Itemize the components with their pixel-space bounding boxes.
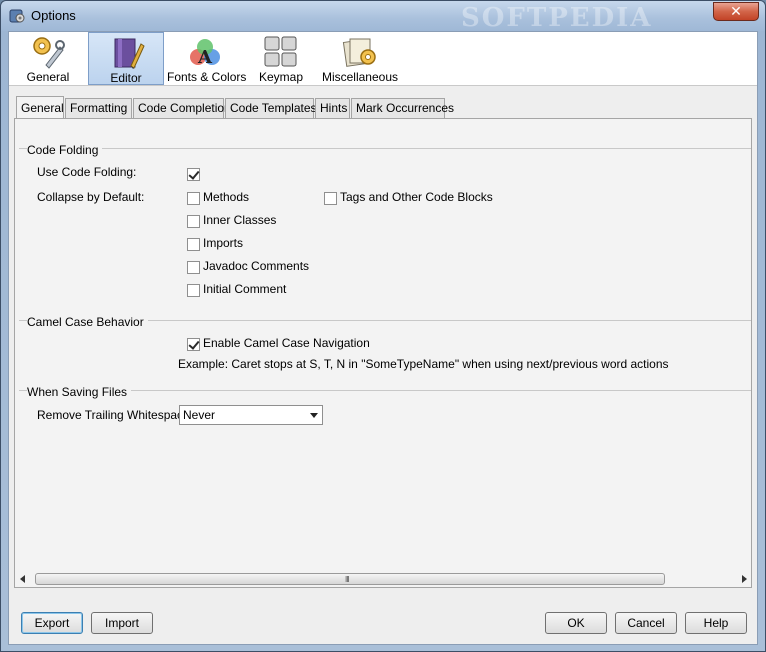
watermark-text: SOFTPEDIA [461,3,653,33]
editor-icon [114,38,145,69]
tags-blocks-label[interactable]: Tags and Other Code Blocks [340,190,493,204]
section-separator [19,148,751,149]
tags-blocks-checkbox[interactable] [324,192,337,205]
import-button[interactable]: Import [91,612,153,634]
saving-title: When Saving Files [27,385,132,399]
keymap-icon [264,36,297,67]
category-label: Miscellaneous [321,70,399,84]
tab-hints[interactable]: Hints [315,98,350,119]
scrollbar-grip-icon: III [345,575,350,584]
imports-checkbox[interactable] [187,238,200,251]
collapse-by-default-label: Collapse by Default: [37,190,145,204]
export-button[interactable]: Export [21,612,83,634]
category-editor[interactable]: Editor [88,32,164,85]
camel-case-title: Camel Case Behavior [27,315,148,329]
tab-code-completion[interactable]: Code Completion [133,98,231,119]
category-label: Keymap [258,70,304,84]
options-client-area: General Editor A Fonts & Colors Keymap M… [8,31,758,645]
category-toolbar: General Editor A Fonts & Colors Keymap M… [9,32,757,86]
category-miscellaneous[interactable]: Miscellaneous [321,32,399,85]
horizontal-scrollbar[interactable]: III [16,571,751,587]
scrollbar-thumb[interactable]: III [35,573,665,585]
methods-checkbox[interactable] [187,192,200,205]
javadoc-comments-checkbox[interactable] [187,261,200,274]
category-label: Editor [110,71,142,85]
tab-code-templates[interactable]: Code Templates [225,98,317,119]
code-folding-title: Code Folding [27,143,103,157]
category-label: General [26,70,70,84]
use-code-folding-label: Use Code Folding: [37,165,137,179]
methods-label[interactable]: Methods [203,190,249,204]
category-fonts-colors[interactable]: A Fonts & Colors [167,32,247,85]
initial-comment-label[interactable]: Initial Comment [203,282,286,296]
trailing-whitespace-select[interactable]: Never [179,405,323,425]
svg-text:A: A [197,47,213,68]
close-button[interactable]: ✕ [713,2,759,21]
gear-wrench-icon [33,37,65,69]
category-label: Fonts & Colors [167,70,247,84]
close-icon: ✕ [730,3,742,19]
ok-button[interactable]: OK [545,612,607,634]
camel-case-label[interactable]: Enable Camel Case Navigation [203,336,370,350]
camel-case-example: Example: Caret stops at S, T, N in "Some… [178,357,669,371]
title-bar[interactable]: Options SOFTPEDIA ✕ [1,1,765,33]
fonts-colors-icon: A [190,39,220,68]
cancel-button[interactable]: Cancel [615,612,677,634]
category-general[interactable]: General [13,32,83,85]
tab-mark-occurrences[interactable]: Mark Occurrences [351,98,454,119]
help-button[interactable]: Help [685,612,747,634]
options-window: Options SOFTPEDIA ✕ General Editor A Fon… [0,0,766,652]
inner-classes-checkbox[interactable] [187,215,200,228]
trailing-whitespace-label: Remove Trailing Whitespace [37,408,190,422]
scroll-right-arrow-icon[interactable] [742,575,747,583]
window-title: Options [31,8,76,23]
imports-label[interactable]: Imports [203,236,243,250]
trailing-whitespace-value: Never [183,408,216,422]
use-code-folding-checkbox[interactable] [187,168,200,181]
general-tab-panel: Code Folding Use Code Folding: Collapse … [14,118,752,588]
javadoc-comments-label[interactable]: Javadoc Comments [203,259,309,273]
inner-classes-label[interactable]: Inner Classes [203,213,276,227]
miscellaneous-icon [342,38,376,67]
tab-general[interactable]: General [16,96,64,119]
app-icon [9,9,25,23]
category-keymap[interactable]: Keymap [253,32,309,85]
chevron-down-icon [310,413,318,418]
initial-comment-checkbox[interactable] [187,284,200,297]
camel-case-checkbox[interactable] [187,338,200,351]
tab-formatting[interactable]: Formatting [65,98,132,119]
scroll-left-arrow-icon[interactable] [20,575,25,583]
